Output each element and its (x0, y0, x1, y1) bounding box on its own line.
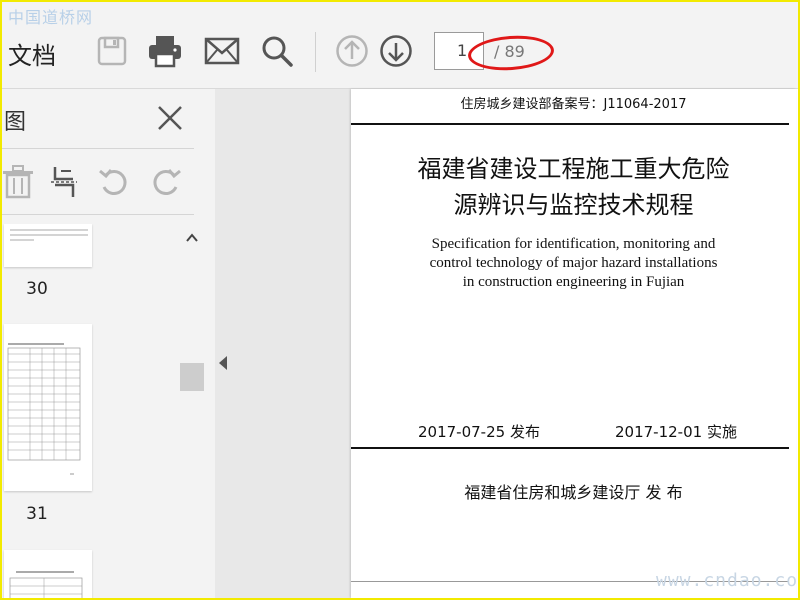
effective-date: 2017-12-01 实施 (615, 423, 737, 441)
document-title-label: 文档 (8, 42, 56, 70)
english-title-line2: control technology of major hazard insta… (429, 255, 718, 271)
record-number: 住房城乡建设部备案号：J11064-2017 (460, 97, 687, 112)
header-rule (351, 123, 789, 125)
rotate-left-icon[interactable] (96, 164, 132, 200)
viewer-gutter (215, 89, 351, 598)
arrow-down-circle-icon[interactable] (378, 33, 414, 69)
panel-divider (2, 214, 194, 215)
thumbnail-label: 30 (26, 279, 48, 299)
search-icon[interactable] (259, 33, 295, 69)
page-thumbnail-31[interactable] (4, 324, 92, 491)
english-title-line3: in construction engineering in Fujian (462, 274, 685, 290)
save-icon[interactable] (94, 33, 130, 69)
collapse-panel-icon[interactable] (219, 356, 227, 370)
rotate-right-icon[interactable] (148, 164, 184, 200)
watermark-bottom: www.cndao.com (656, 570, 800, 591)
chevron-up-icon[interactable] (185, 230, 199, 244)
english-title-line1: Specification for identification, monito… (431, 236, 716, 252)
footer-rule (351, 447, 789, 449)
thumbnail-label: 31 (26, 504, 48, 524)
panel-title: 图 (4, 110, 27, 135)
document-page: 住房城乡建设部备案号：J11064-2017 福建省建设工程施工重大危险 源辨识… (351, 89, 796, 598)
arrow-up-circle-icon[interactable] (334, 33, 370, 69)
page-thumbnail-30[interactable] (4, 224, 92, 267)
document-title-line2: 源辨识与监控技术规程 (453, 191, 694, 219)
page-thumbnail-32[interactable] (4, 550, 92, 598)
scrollbar-thumb[interactable] (180, 363, 204, 391)
toolbar-separator (315, 32, 316, 72)
extract-pages-icon[interactable] (46, 164, 82, 200)
thumbnail-list: 30 31 (2, 224, 178, 598)
close-icon[interactable] (156, 104, 184, 132)
publisher: 福建省住房和城乡建设厅 发 布 (464, 483, 683, 502)
thumbnail-scrollbar[interactable] (180, 224, 204, 598)
trash-icon[interactable] (0, 164, 36, 200)
release-date: 2017-07-25 发布 (418, 423, 540, 441)
print-icon[interactable] (147, 33, 183, 69)
document-title-line1: 福建省建设工程施工重大危险 (417, 155, 730, 183)
email-icon[interactable] (204, 33, 240, 69)
watermark-top: 中国道桥网 (8, 8, 94, 27)
panel-divider (2, 148, 194, 149)
